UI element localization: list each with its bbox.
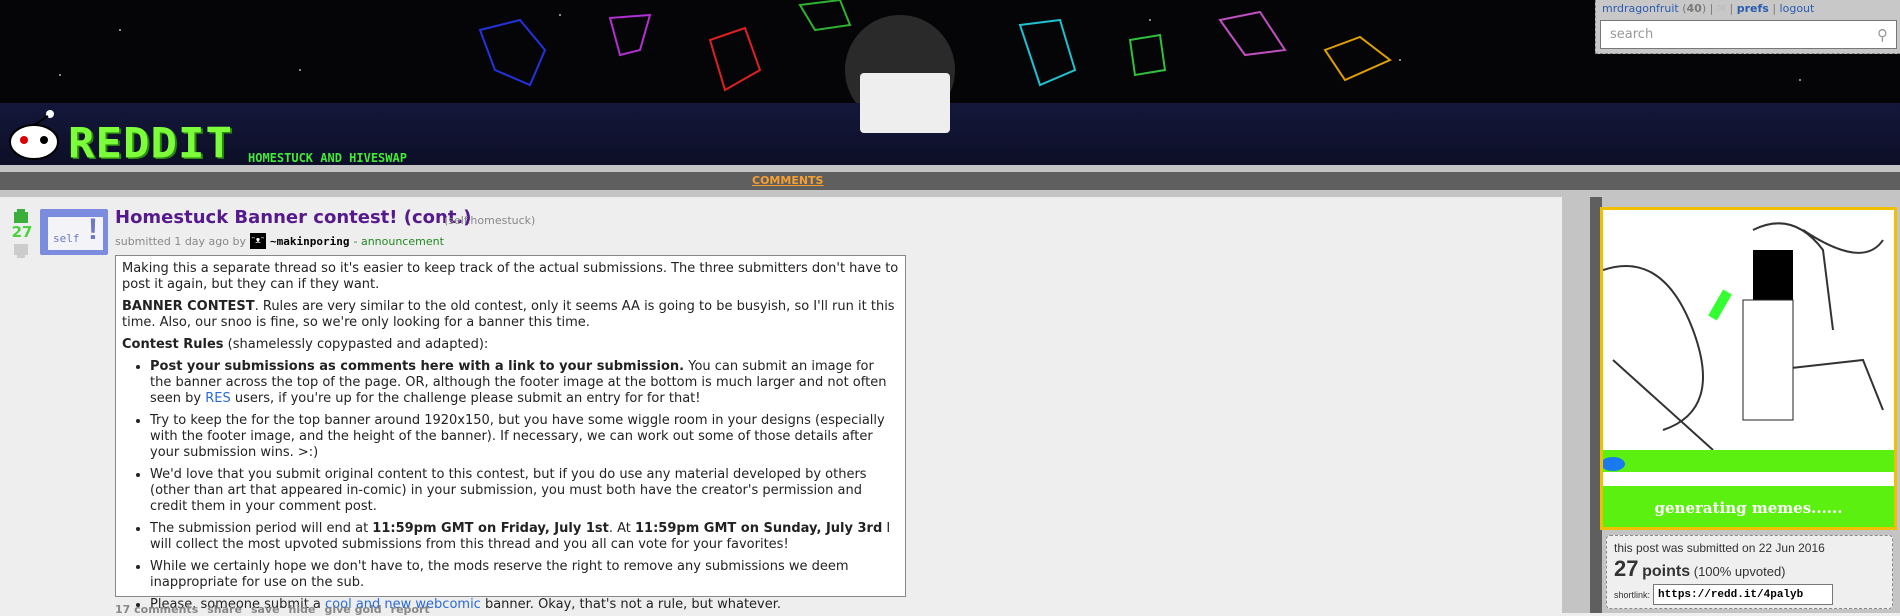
list-item: Post your submissions as comments here w… (150, 359, 899, 407)
shortlink-input[interactable] (1653, 584, 1834, 605)
search-icon[interactable]: ⚲ (1877, 26, 1888, 44)
username-link[interactable]: mrdragonfruit (1602, 2, 1679, 15)
give-gold-button[interactable]: give gold (324, 603, 381, 616)
post-score: 27 (11, 223, 33, 241)
subreddit-name[interactable]: HOMESTUCK AND HIVESWAP (248, 151, 407, 165)
list-item: The submission period will end at 11:59p… (150, 521, 899, 553)
upvote-arrow-icon[interactable] (14, 209, 28, 223)
save-button[interactable]: save (251, 603, 280, 616)
shortlink-label: shortlink: (1614, 589, 1651, 600)
prefs-link[interactable]: prefs (1737, 2, 1769, 15)
divider (0, 190, 1900, 197)
author-avatar-icon: ᵔᴥᵔ (250, 233, 266, 249)
downvote-arrow-icon[interactable] (14, 244, 28, 258)
thumbnail-label: self (53, 232, 80, 245)
post-buttons: 17 comments share save hide give gold re… (115, 603, 430, 616)
list-item: We'd love that you submit original conte… (150, 467, 899, 515)
post-domain[interactable]: (self.homestuck) (444, 214, 535, 227)
post-info-box: this post was submitted on 22 Jun 2016 2… (1606, 535, 1893, 609)
post-tagline: submitted 1 day ago by ᵔᴥᵔ ~makinporing … (115, 233, 444, 249)
snoo-logo-icon[interactable] (6, 108, 62, 162)
self-thumbnail[interactable]: self! (40, 209, 108, 255)
envelope-icon[interactable]: ✉ (1717, 2, 1726, 15)
submitted-text: submitted 1 day ago by (115, 234, 246, 248)
tab-bar: COMMENTS (0, 172, 1900, 190)
points-label: points (1642, 563, 1691, 580)
karma: 40 (1686, 2, 1702, 15)
points-count: 27 (1614, 556, 1639, 581)
divider (0, 165, 1900, 172)
author-link[interactable]: ~makinporing (270, 235, 349, 248)
logout-link[interactable]: logout (1780, 2, 1815, 15)
post-body: Making this a separate thread so it's ea… (115, 255, 906, 612)
tab-comments[interactable]: COMMENTS (752, 174, 823, 187)
sidebar-image-caption: generating memes...... (1654, 499, 1843, 517)
post-title[interactable]: Homestuck Banner contest! (cont.) (115, 207, 471, 228)
rules-list: Post your submissions as comments here w… (150, 359, 899, 613)
hide-button[interactable]: hide (289, 603, 316, 616)
user-line: mrdragonfruit (40) | ✉ | prefs | logout (1602, 2, 1815, 15)
reddit-logo-text[interactable]: REDDIT (68, 119, 233, 167)
share-button[interactable]: share (207, 603, 242, 616)
search-input[interactable]: search ⚲ (1600, 20, 1897, 49)
body-paragraph: Making this a separate thread so it's ea… (122, 261, 899, 292)
comments-button[interactable]: 17 comments (115, 603, 198, 616)
list-item: While we certainly hope we don't have to… (150, 559, 899, 591)
sidebar-image: generating memes...... (1600, 207, 1897, 530)
body-paragraph: BANNER CONTEST. Rules are very similar t… (122, 299, 895, 330)
banner-column-graphic (860, 73, 950, 133)
user-box: mrdragonfruit (40) | ✉ | prefs | logout … (1595, 0, 1900, 54)
sidebar-drawing (1603, 222, 1894, 527)
list-item: Try to keep the for the top banner aroun… (150, 413, 899, 461)
body-paragraph: Contest Rules (shamelessly copypasted an… (122, 337, 489, 352)
upvoted-ratio: (100% upvoted) (1693, 564, 1786, 579)
report-button[interactable]: report (391, 603, 430, 616)
search-placeholder: search (1610, 27, 1654, 42)
content-separator (1562, 197, 1590, 613)
exclamation-icon: ! (88, 213, 98, 246)
flair-announcement: - announcement (353, 234, 444, 248)
res-link[interactable]: RES (205, 391, 231, 406)
submitted-date: this post was submitted on 22 Jun 2016 (1614, 541, 1825, 555)
